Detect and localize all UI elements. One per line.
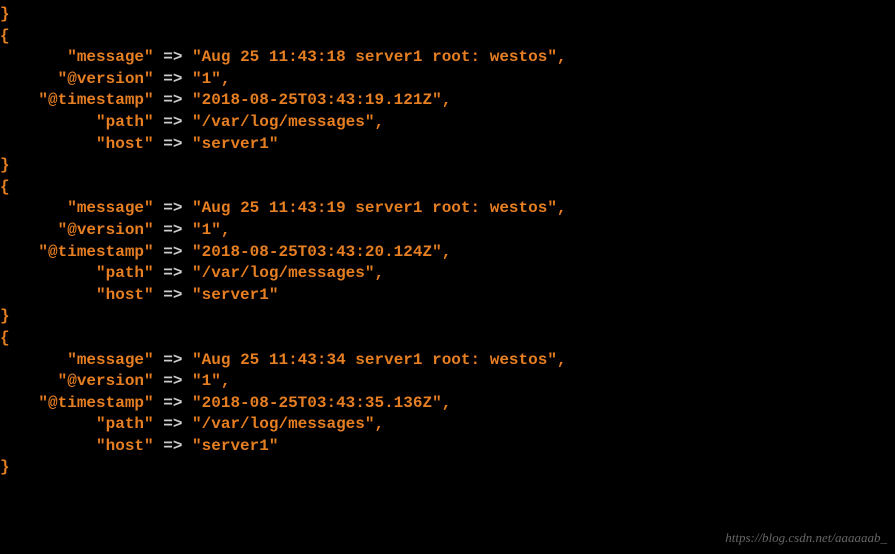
arrow-icon: => bbox=[163, 286, 182, 304]
open-brace: { bbox=[0, 178, 10, 196]
log-row: "message" => "Aug 25 11:43:19 server1 ro… bbox=[0, 198, 895, 220]
value-path: "/var/log/messages" bbox=[192, 264, 374, 282]
key-version: "@version" bbox=[58, 70, 154, 88]
open-brace: { bbox=[0, 329, 10, 347]
log-row: "host" => "server1" bbox=[0, 285, 895, 307]
value-timestamp: "2018-08-25T03:43:35.136Z" bbox=[192, 394, 442, 412]
key-host: "host" bbox=[96, 135, 154, 153]
log-row: "message" => "Aug 25 11:43:18 server1 ro… bbox=[0, 47, 895, 69]
log-row: "path" => "/var/log/messages", bbox=[0, 263, 895, 285]
log-row: "@timestamp" => "2018-08-25T03:43:20.124… bbox=[0, 242, 895, 264]
key-timestamp: "@timestamp" bbox=[38, 394, 153, 412]
value-message: "Aug 25 11:43:34 server1 root: westos" bbox=[192, 351, 557, 369]
log-row: "@timestamp" => "2018-08-25T03:43:19.121… bbox=[0, 90, 895, 112]
arrow-icon: => bbox=[163, 415, 182, 433]
arrow-icon: => bbox=[163, 91, 182, 109]
key-path: "path" bbox=[96, 264, 154, 282]
log-row: "path" => "/var/log/messages", bbox=[0, 414, 895, 436]
close-brace: } bbox=[0, 307, 10, 325]
value-host: "server1" bbox=[192, 437, 278, 455]
key-version: "@version" bbox=[58, 221, 154, 239]
value-message: "Aug 25 11:43:18 server1 root: westos" bbox=[192, 48, 557, 66]
value-version: "1" bbox=[192, 372, 221, 390]
close-brace: } bbox=[0, 156, 10, 174]
key-message: "message" bbox=[67, 48, 153, 66]
arrow-icon: => bbox=[163, 351, 182, 369]
value-path: "/var/log/messages" bbox=[192, 113, 374, 131]
key-timestamp: "@timestamp" bbox=[38, 91, 153, 109]
watermark-text: https://blog.csdn.net/aaaaaab_ bbox=[725, 530, 887, 546]
key-version: "@version" bbox=[58, 372, 154, 390]
key-path: "path" bbox=[96, 113, 154, 131]
open-brace: { bbox=[0, 27, 10, 45]
value-timestamp: "2018-08-25T03:43:19.121Z" bbox=[192, 91, 442, 109]
arrow-icon: => bbox=[163, 372, 182, 390]
value-version: "1" bbox=[192, 221, 221, 239]
key-host: "host" bbox=[96, 286, 154, 304]
arrow-icon: => bbox=[163, 264, 182, 282]
log-row: "host" => "server1" bbox=[0, 134, 895, 156]
close-brace: } bbox=[0, 5, 10, 23]
value-path: "/var/log/messages" bbox=[192, 415, 374, 433]
arrow-icon: => bbox=[163, 199, 182, 217]
value-host: "server1" bbox=[192, 286, 278, 304]
arrow-icon: => bbox=[163, 394, 182, 412]
arrow-icon: => bbox=[163, 48, 182, 66]
arrow-icon: => bbox=[163, 135, 182, 153]
log-row: "message" => "Aug 25 11:43:34 server1 ro… bbox=[0, 350, 895, 372]
value-message: "Aug 25 11:43:19 server1 root: westos" bbox=[192, 199, 557, 217]
key-host: "host" bbox=[96, 437, 154, 455]
key-path: "path" bbox=[96, 415, 154, 433]
arrow-icon: => bbox=[163, 437, 182, 455]
key-timestamp: "@timestamp" bbox=[38, 243, 153, 261]
arrow-icon: => bbox=[163, 113, 182, 131]
log-row: "host" => "server1" bbox=[0, 436, 895, 458]
value-timestamp: "2018-08-25T03:43:20.124Z" bbox=[192, 243, 442, 261]
key-message: "message" bbox=[67, 351, 153, 369]
log-row: "@version" => "1", bbox=[0, 220, 895, 242]
log-row: "@timestamp" => "2018-08-25T03:43:35.136… bbox=[0, 393, 895, 415]
value-version: "1" bbox=[192, 70, 221, 88]
arrow-icon: => bbox=[163, 221, 182, 239]
log-row: "@version" => "1", bbox=[0, 69, 895, 91]
log-row: "path" => "/var/log/messages", bbox=[0, 112, 895, 134]
key-message: "message" bbox=[67, 199, 153, 217]
terminal-output: } { "message" => "Aug 25 11:43:18 server… bbox=[0, 4, 895, 479]
value-host: "server1" bbox=[192, 135, 278, 153]
close-brace: } bbox=[0, 458, 10, 476]
log-row: "@version" => "1", bbox=[0, 371, 895, 393]
arrow-icon: => bbox=[163, 70, 182, 88]
arrow-icon: => bbox=[163, 243, 182, 261]
